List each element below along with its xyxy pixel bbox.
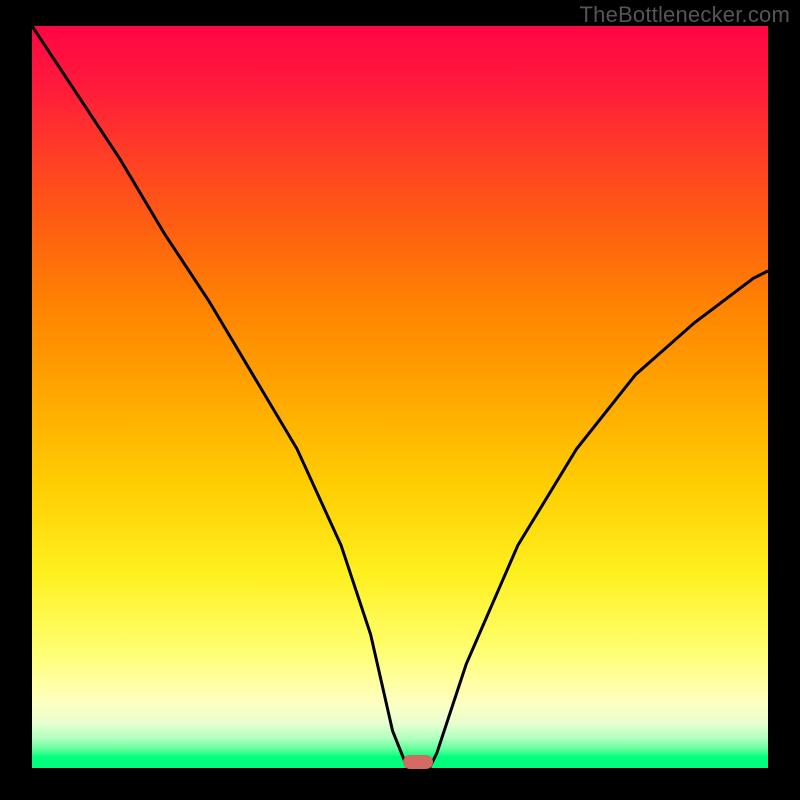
optimum-marker	[403, 755, 433, 769]
chart-container: TheBottlenecker.com	[0, 0, 800, 800]
watermark-text: TheBottlenecker.com	[580, 2, 790, 28]
curve-path	[32, 26, 768, 768]
plot-area	[32, 26, 768, 768]
bottleneck-curve	[32, 26, 768, 768]
